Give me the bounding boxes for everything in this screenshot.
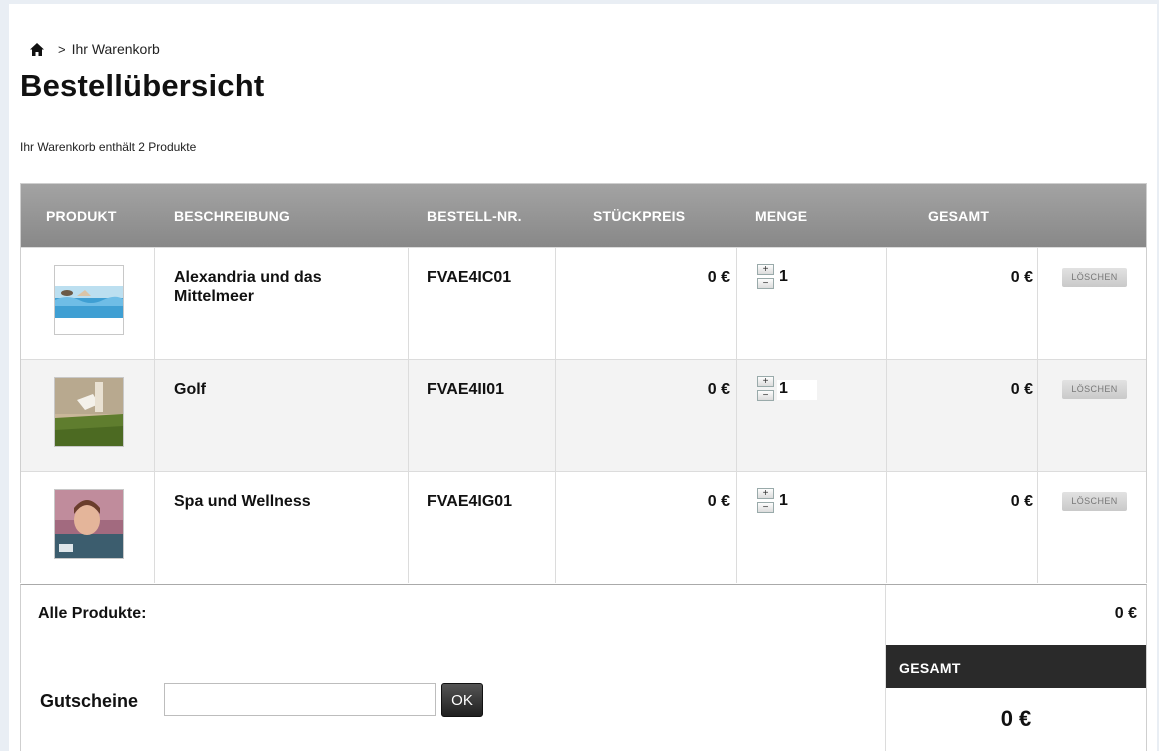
delete-button[interactable]: LÖSCHEN (1062, 268, 1127, 287)
coupon-input[interactable] (164, 683, 436, 716)
qty-plus-icon[interactable]: + (757, 488, 774, 499)
grand-total-value: 0 € (1000, 706, 1032, 731)
grand-total-header: GESAMT (886, 645, 1146, 688)
table-header: PRODUKT BESCHREIBUNG BESTELL-NR. STÜCKPR… (21, 184, 1146, 247)
product-sku: FVAE4IG01 (427, 493, 513, 510)
col-header-gesamt: GESAMT (928, 208, 990, 224)
col-header-menge: MENGE (755, 208, 808, 224)
unit-price: 0 € (707, 269, 730, 286)
col-header-bestellnr: BESTELL-NR. (427, 208, 522, 224)
qty-plus-icon[interactable]: + (757, 264, 774, 275)
product-sku: FVAE4IC01 (427, 269, 512, 286)
quantity-stepper: + − 1 (757, 376, 817, 416)
cart-table: PRODUKT BESCHREIBUNG BESTELL-NR. STÜCKPR… (20, 183, 1147, 583)
table-row: Spa und Wellness FVAE4IG01 0 € + − 1 0 €… (21, 471, 1146, 583)
product-name[interactable]: Golf (174, 380, 404, 399)
coupon-label: Gutscheine (40, 691, 139, 711)
delete-button[interactable]: LÖSCHEN (1062, 492, 1127, 511)
col-header-beschreibung: BESCHREIBUNG (174, 208, 290, 224)
grand-total-label: GESAMT (899, 660, 961, 676)
qty-plus-icon[interactable]: + (757, 376, 774, 387)
qty-minus-icon[interactable]: − (757, 502, 774, 513)
product-name[interactable]: Spa und Wellness (174, 492, 404, 511)
quantity-stepper: + − 1 (757, 264, 817, 304)
all-products-label: Alle Produkte: (38, 605, 147, 622)
all-products-value: 0 € (1114, 605, 1137, 622)
breadcrumb-current[interactable]: Ihr Warenkorb (72, 41, 160, 57)
product-sku: FVAE4II01 (427, 381, 505, 398)
quantity-value[interactable]: 1 (777, 380, 817, 400)
coupon-section: Gutscheine OK GESAMT 0 € (20, 643, 1147, 751)
breadcrumb-separator: > (58, 41, 66, 57)
row-total: 0 € (1010, 493, 1033, 510)
table-row: Golf FVAE4II01 0 € + − 1 0 € LÖSCHEN (21, 359, 1146, 471)
qty-minus-icon[interactable]: − (757, 390, 774, 401)
qty-minus-icon[interactable]: − (757, 278, 774, 289)
page-title: Bestellübersicht (20, 68, 265, 103)
table-row: Alexandria und das Mittelmeer FVAE4IC01 … (21, 247, 1146, 359)
row-total: 0 € (1010, 269, 1033, 286)
golf-photo-thumbnail[interactable] (54, 377, 124, 447)
col-header-produkt: PRODUKT (46, 208, 117, 224)
breadcrumb: > Ihr Warenkorb (30, 40, 160, 58)
product-name[interactable]: Alexandria und das Mittelmeer (174, 268, 404, 306)
sea-photo-thumbnail[interactable] (54, 265, 124, 335)
all-products-row: Alle Produkte: 0 € (20, 584, 1147, 644)
quantity-value[interactable]: 1 (777, 492, 817, 512)
col-header-stueckpreis: STÜCKPREIS (593, 208, 686, 224)
home-icon[interactable] (30, 42, 44, 56)
cart-page: > Ihr Warenkorb Bestellübersicht Ihr War… (9, 4, 1157, 751)
cart-summary-text: Ihr Warenkorb enthält 2 Produkte (20, 140, 197, 154)
spa-photo-thumbnail[interactable] (54, 489, 124, 559)
delete-button[interactable]: LÖSCHEN (1062, 380, 1127, 399)
coupon-ok-button[interactable]: OK (441, 683, 483, 717)
unit-price: 0 € (707, 493, 730, 510)
quantity-value[interactable]: 1 (777, 268, 817, 288)
row-total: 0 € (1010, 381, 1033, 398)
unit-price: 0 € (707, 381, 730, 398)
quantity-stepper: + − 1 (757, 488, 817, 528)
